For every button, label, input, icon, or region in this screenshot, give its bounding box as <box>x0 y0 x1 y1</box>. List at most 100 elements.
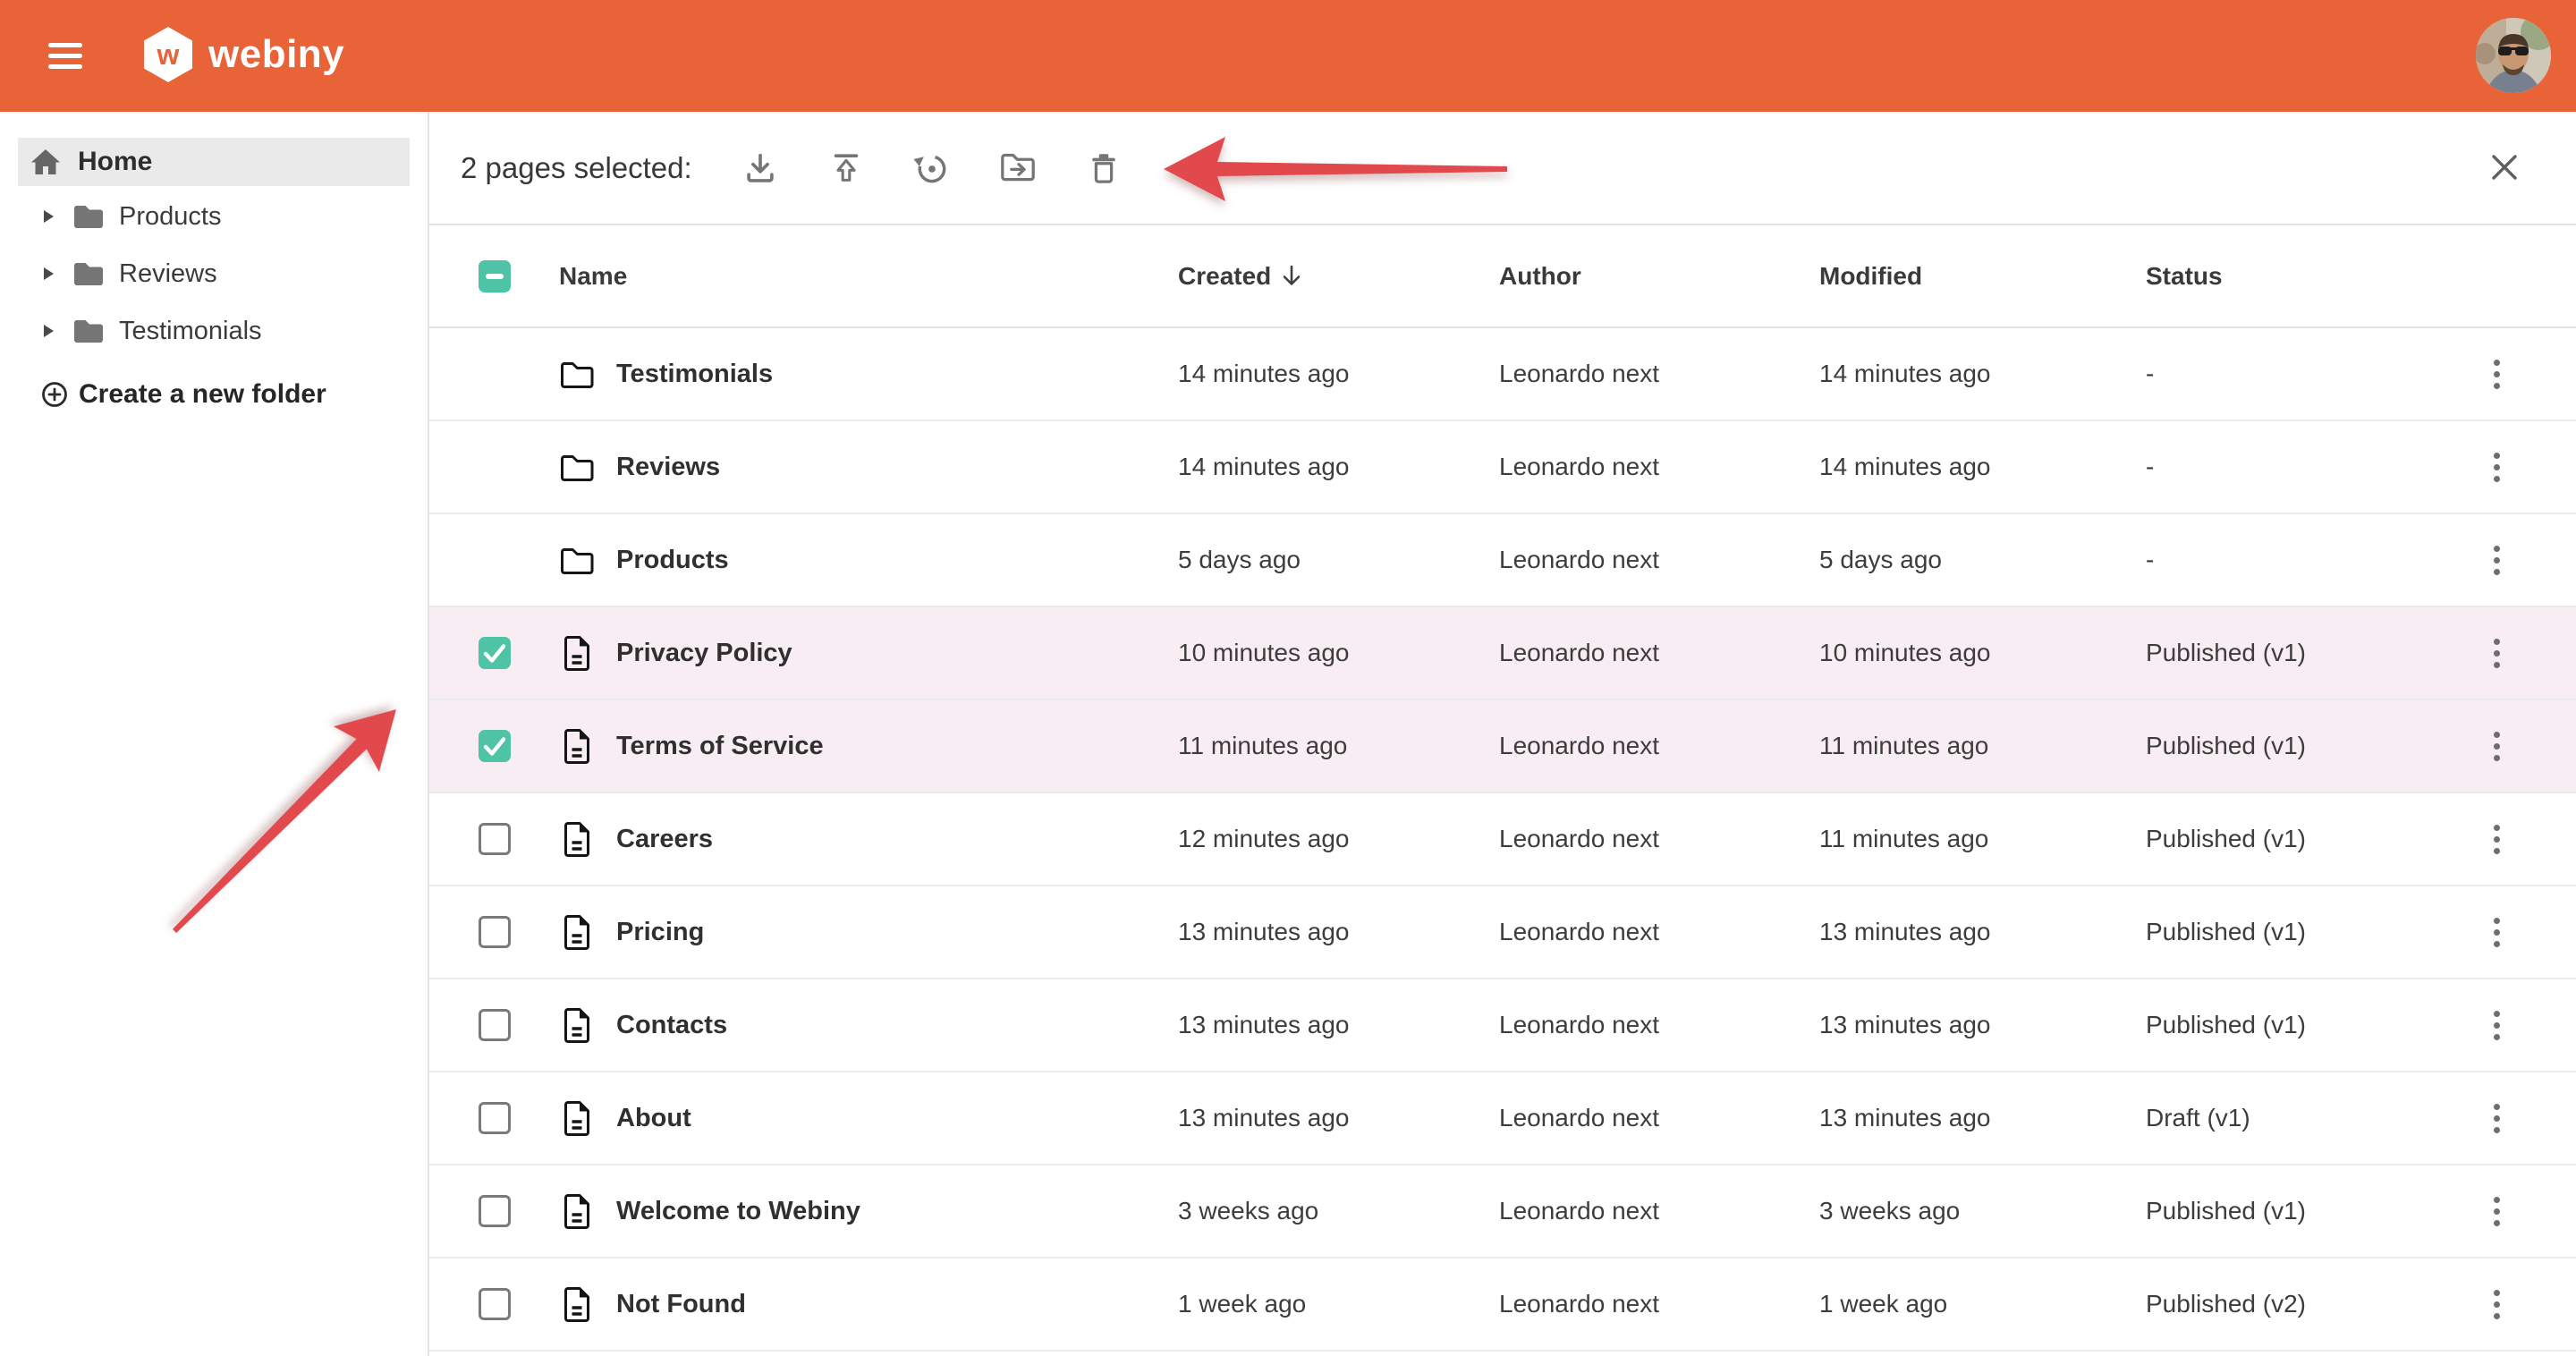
table-row[interactable]: Welcome to Webiny 3 weeks ago Leonardo n… <box>429 1165 2576 1259</box>
row-author: Leonardo next <box>1499 1197 1819 1225</box>
row-name[interactable]: Not Found <box>616 1290 746 1319</box>
table-row[interactable]: Terms of Service 11 minutes ago Leonardo… <box>429 700 2576 793</box>
row-status: Published (v1) <box>2146 918 2417 946</box>
plus-circle-icon <box>41 381 68 408</box>
sidebar-folder-item[interactable]: Testimonials <box>0 302 428 360</box>
table-row[interactable]: Careers 12 minutes ago Leonardo next 11 … <box>429 793 2576 886</box>
row-modified: 13 minutes ago <box>1819 1104 2146 1132</box>
close-selection-button[interactable] <box>2489 152 2520 182</box>
row-created: 13 minutes ago <box>1178 1104 1499 1132</box>
row-menu-button[interactable] <box>2487 1097 2507 1140</box>
row-created: 3 weeks ago <box>1178 1197 1499 1225</box>
hamburger-menu-icon[interactable] <box>48 43 82 69</box>
row-name[interactable]: Welcome to Webiny <box>616 1197 860 1226</box>
folder-icon <box>72 260 105 287</box>
row-name[interactable]: Terms of Service <box>616 732 824 761</box>
download-button[interactable] <box>741 148 779 188</box>
publish-button[interactable] <box>827 148 865 188</box>
caret-right-icon[interactable] <box>43 209 55 224</box>
row-name[interactable]: Pricing <box>616 918 704 947</box>
row-checkbox-checked[interactable] <box>479 637 511 669</box>
table-row[interactable]: Reviews 14 minutes ago Leonardo next 14 … <box>429 421 2576 514</box>
caret-right-icon[interactable] <box>43 324 55 338</box>
page-icon <box>562 1006 592 1044</box>
close-icon <box>2489 152 2520 182</box>
user-avatar[interactable] <box>2476 18 2551 93</box>
row-modified: 1 week ago <box>1819 1290 2146 1318</box>
row-menu-button[interactable] <box>2487 911 2507 954</box>
row-author: Leonardo next <box>1499 918 1819 946</box>
table-row[interactable]: Contacts 13 minutes ago Leonardo next 13… <box>429 979 2576 1072</box>
row-created: 14 minutes ago <box>1178 453 1499 481</box>
row-modified: 10 minutes ago <box>1819 639 2146 667</box>
row-name[interactable]: Reviews <box>616 453 720 482</box>
row-checkbox-checked[interactable] <box>479 730 511 762</box>
row-status: - <box>2146 453 2417 481</box>
row-menu-button[interactable] <box>2487 1004 2507 1047</box>
row-status: Published (v1) <box>2146 639 2417 667</box>
sidebar-folder-item[interactable]: Reviews <box>0 245 428 302</box>
bulk-actions-toolbar: 2 pages selected: <box>429 112 2576 225</box>
row-status: Published (v1) <box>2146 732 2417 760</box>
table-row[interactable]: Pricing 13 minutes ago Leonardo next 13 … <box>429 886 2576 979</box>
row-menu-button[interactable] <box>2487 445 2507 489</box>
row-checkbox[interactable] <box>479 916 511 948</box>
row-checkbox[interactable] <box>479 1195 511 1227</box>
column-header-name[interactable]: Name <box>559 262 627 291</box>
row-status: - <box>2146 360 2417 388</box>
row-checkbox[interactable] <box>479 1288 511 1320</box>
row-name[interactable]: Careers <box>616 825 713 854</box>
avatar-photo <box>2476 18 2551 93</box>
webiny-logo[interactable]: w webiny <box>143 26 344 83</box>
row-checkbox[interactable] <box>479 1102 511 1134</box>
row-menu-button[interactable] <box>2487 631 2507 675</box>
column-header-author[interactable]: Author <box>1499 262 1819 291</box>
column-header-modified[interactable]: Modified <box>1819 262 2146 291</box>
column-header-status[interactable]: Status <box>2146 262 2417 291</box>
table-row[interactable]: Products 5 days ago Leonardo next 5 days… <box>429 514 2576 607</box>
table-row[interactable]: About 13 minutes ago Leonardo next 13 mi… <box>429 1072 2576 1165</box>
table-row[interactable]: Privacy Policy 10 minutes ago Leonardo n… <box>429 607 2576 700</box>
row-checkbox[interactable] <box>479 823 511 855</box>
page-icon <box>562 1099 592 1137</box>
create-folder-button[interactable]: Create a new folder <box>0 368 428 421</box>
restore-button[interactable] <box>913 148 951 188</box>
column-header-created[interactable]: Created <box>1178 262 1499 291</box>
row-name[interactable]: Privacy Policy <box>616 639 792 668</box>
move-to-folder-button[interactable] <box>999 148 1037 188</box>
select-all-checkbox[interactable] <box>479 260 511 292</box>
sidebar-item-home[interactable]: Home <box>18 138 410 186</box>
row-name[interactable]: Products <box>616 546 729 575</box>
download-icon <box>741 148 779 188</box>
top-app-bar: w webiny <box>0 0 2576 112</box>
page-icon <box>562 913 592 951</box>
folder-tree: Products Reviews Testimonials <box>0 188 428 360</box>
row-menu-button[interactable] <box>2487 818 2507 861</box>
folder-icon <box>72 203 105 230</box>
row-modified: 11 minutes ago <box>1819 825 2146 853</box>
row-menu-button[interactable] <box>2487 1283 2507 1326</box>
row-name[interactable]: About <box>616 1104 691 1133</box>
sidebar-folder-label: Products <box>119 202 221 232</box>
row-author: Leonardo next <box>1499 825 1819 853</box>
row-name[interactable]: Contacts <box>616 1011 727 1040</box>
row-name[interactable]: Testimonials <box>616 360 773 389</box>
row-created: 1 week ago <box>1178 1290 1499 1318</box>
page-icon <box>562 634 592 672</box>
row-menu-button[interactable] <box>2487 1190 2507 1233</box>
table-row[interactable]: Testimonials 14 minutes ago Leonardo nex… <box>429 328 2576 421</box>
delete-button[interactable] <box>1085 148 1123 188</box>
table-row[interactable]: Not Found 1 week ago Leonardo next 1 wee… <box>429 1259 2576 1352</box>
webiny-hexagon-icon: w <box>143 26 193 83</box>
row-menu-button[interactable] <box>2487 538 2507 582</box>
caret-right-icon[interactable] <box>43 267 55 281</box>
row-menu-button[interactable] <box>2487 352 2507 396</box>
row-author: Leonardo next <box>1499 1104 1819 1132</box>
row-checkbox[interactable] <box>479 1009 511 1041</box>
home-icon <box>30 148 62 175</box>
row-author: Leonardo next <box>1499 1290 1819 1318</box>
sidebar-folder-item[interactable]: Products <box>0 188 428 245</box>
row-status: Published (v1) <box>2146 1197 2417 1225</box>
row-created: 10 minutes ago <box>1178 639 1499 667</box>
row-menu-button[interactable] <box>2487 725 2507 768</box>
